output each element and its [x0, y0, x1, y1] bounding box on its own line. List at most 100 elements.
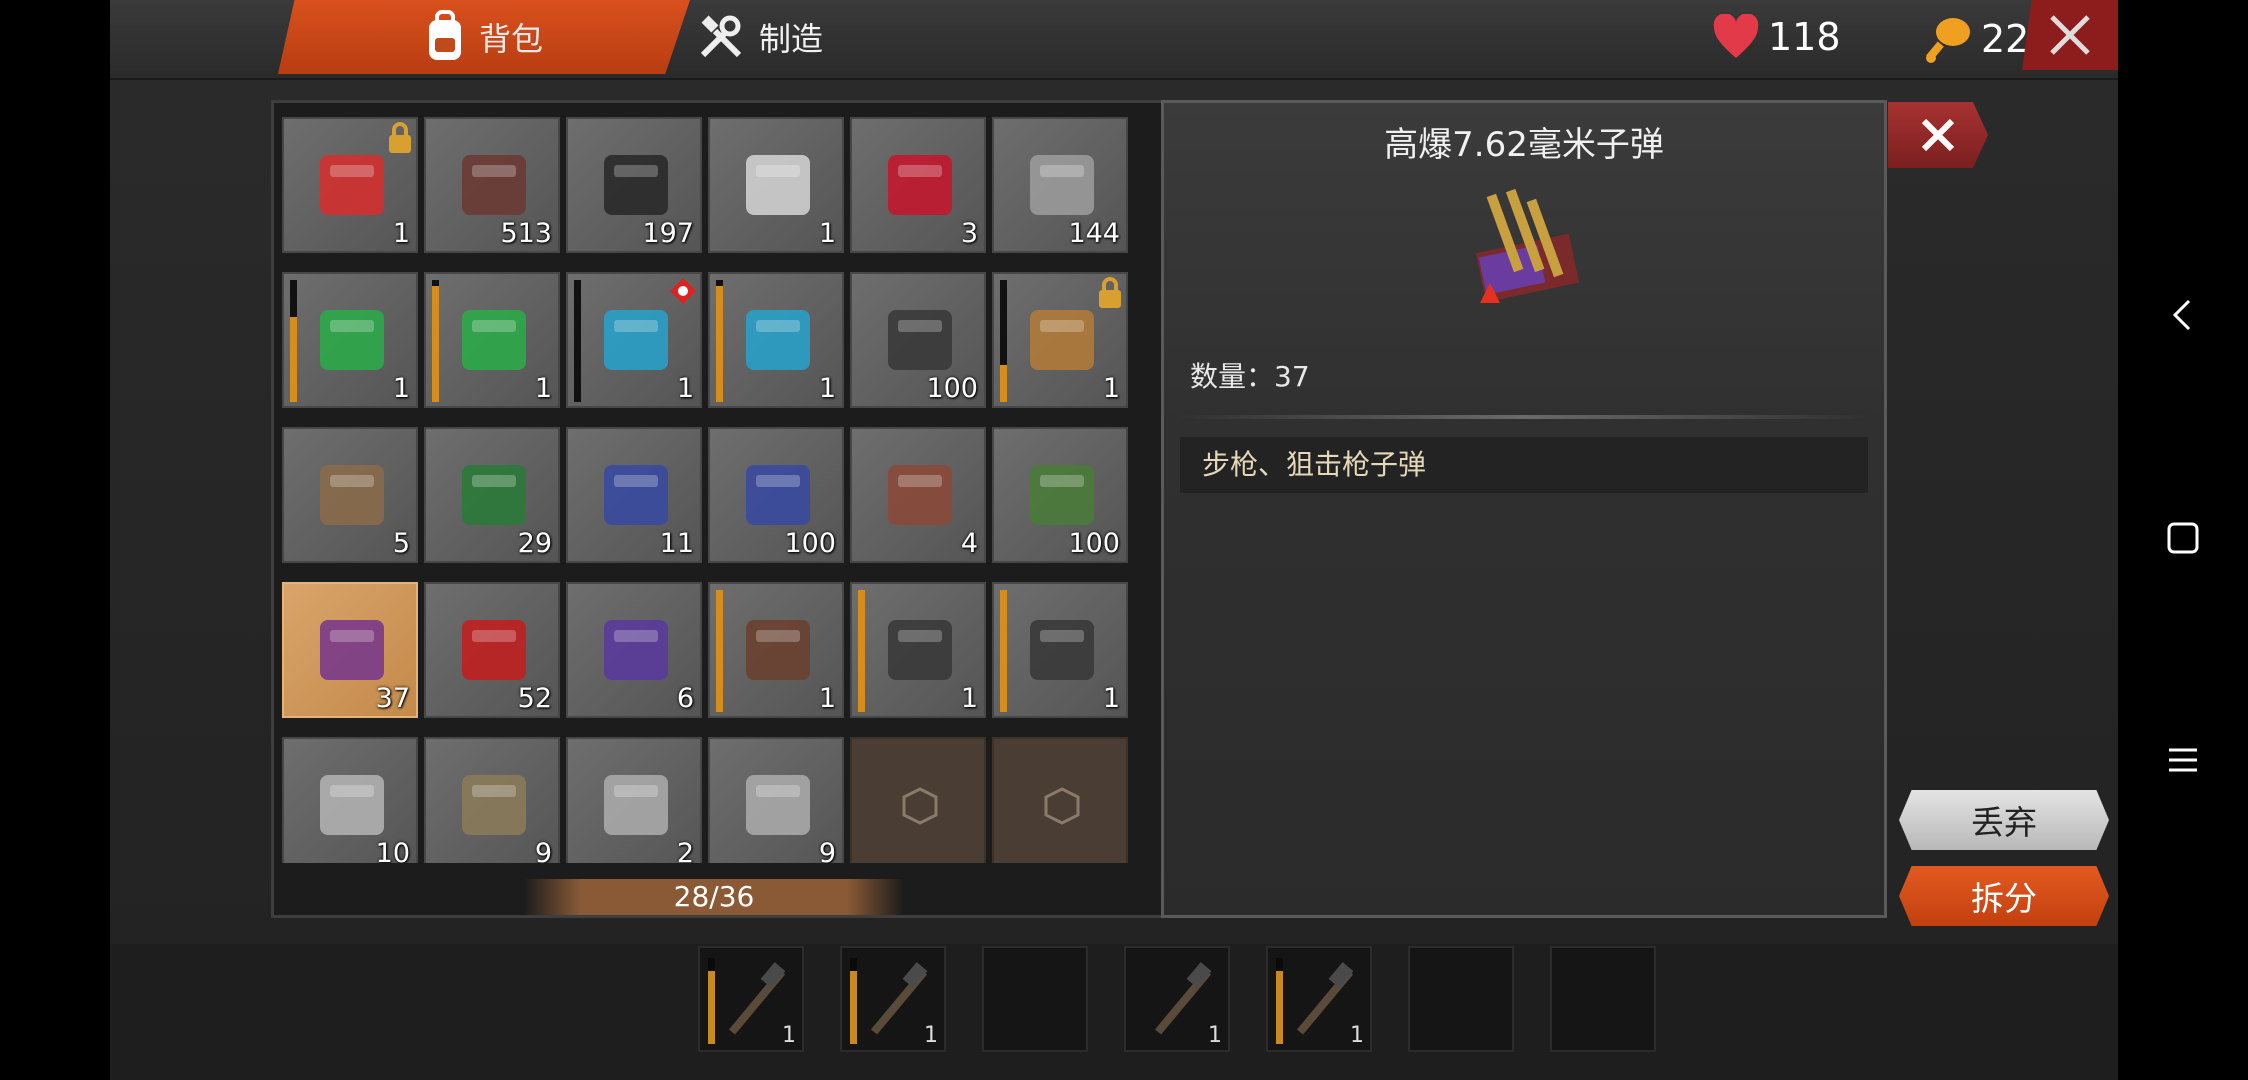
inventory-grid: 1 513 197 1 3 144 1 1 1 1 100 1 5 29 11 100 4 100 37 52 6 1 1 1…: [282, 117, 1128, 863]
item-count: 1: [1350, 1023, 1364, 1048]
inventory-capacity: 28/36: [524, 879, 904, 915]
durability-bar: [708, 958, 715, 1044]
explosive-ammo-icon: [870, 443, 970, 543]
he-ammo-icon: [1475, 188, 1580, 303]
recents-icon[interactable]: [2163, 740, 2203, 780]
item-count: 1: [782, 1023, 796, 1048]
purple-ammo-box-icon: [586, 598, 686, 698]
item-count: 2: [676, 838, 694, 863]
inventory-slot[interactable]: 2: [566, 737, 702, 863]
item-count: 100: [926, 373, 978, 404]
hotbar-slot[interactable]: 1: [698, 946, 804, 1052]
inventory-slot[interactable]: 6: [566, 582, 702, 718]
inventory-slot[interactable]: 9: [424, 737, 560, 863]
durability-bar: [858, 590, 865, 712]
durability-bar: [432, 280, 439, 402]
item-count: 1: [1102, 373, 1120, 404]
inventory-slot[interactable]: 1: [566, 272, 702, 408]
green-book-icon: [302, 288, 402, 388]
empty-box-icon: [870, 753, 970, 853]
close-icon: [2050, 15, 2090, 55]
item-quantity: 数量：37: [1190, 360, 1310, 393]
inventory-slot[interactable]: 1: [282, 272, 418, 408]
hotbar-slot[interactable]: 1: [1266, 946, 1372, 1052]
durability-bar: [850, 958, 857, 1044]
hotbar-slot[interactable]: [982, 946, 1088, 1052]
top-bar: 背包 制造 118 223: [110, 0, 2118, 80]
inventory-slot[interactable]: 37: [282, 582, 418, 718]
item-count: 100: [1068, 528, 1120, 559]
inventory-slot[interactable]: [992, 737, 1128, 863]
durability-bar: [1000, 280, 1007, 402]
inventory-slot[interactable]: 4: [850, 427, 986, 563]
item-count: 52: [517, 683, 552, 714]
item-count: 144: [1068, 218, 1120, 249]
item-title: 高爆7.62毫米子弹: [1384, 125, 1664, 165]
health-stat: 118: [1712, 14, 1841, 60]
inventory-slot[interactable]: 1: [424, 272, 560, 408]
inventory-slot[interactable]: 144: [992, 117, 1128, 253]
inventory-slot[interactable]: 1: [992, 582, 1128, 718]
inventory-slot[interactable]: 1: [992, 272, 1128, 408]
item-count: 4: [960, 528, 978, 559]
inventory-slot[interactable]: 100: [992, 427, 1128, 563]
item-count: 10: [375, 838, 410, 863]
inventory-slot[interactable]: 10: [282, 737, 418, 863]
item-count: 11: [659, 528, 694, 559]
inventory-panel: 1 513 197 1 3 144 1 1 1 1 100 1 5 29 11 100 4 100 37 52 6 1 1 1…: [271, 100, 1255, 918]
gas-mask-icon: [870, 598, 970, 698]
lock-icon: [386, 121, 414, 159]
hotbar-slot[interactable]: 1: [1124, 946, 1230, 1052]
green-book-icon: [444, 288, 544, 388]
tab-craft[interactable]: 制造: [640, 0, 880, 74]
item-count: 1: [1208, 1023, 1222, 1048]
inventory-slot[interactable]: 5: [282, 427, 418, 563]
item-count: 5: [392, 528, 410, 559]
item-count: 197: [642, 218, 694, 249]
inventory-slot[interactable]: 9: [708, 737, 844, 863]
gas-mask-icon: [1012, 598, 1112, 698]
leather-gloves-icon: [728, 598, 828, 698]
inventory-slot[interactable]: [850, 737, 986, 863]
inventory-slot[interactable]: 1: [708, 272, 844, 408]
knife-blade-icon: [586, 753, 686, 853]
durability-bar: [290, 280, 297, 402]
game-screen: 背包 制造 118 223 1 513 197 1 3 144 1 1 1 1 100 1 5 29 11 1…: [110, 0, 2118, 1080]
tab-bag[interactable]: 背包: [278, 0, 690, 74]
item-count: 1: [1102, 683, 1120, 714]
item-count: 1: [924, 1023, 938, 1048]
mark-icon: [668, 276, 698, 310]
hotbar-slot[interactable]: 1: [840, 946, 946, 1052]
inventory-slot[interactable]: 100: [708, 427, 844, 563]
durability-bar: [574, 280, 581, 402]
inventory-slot[interactable]: 1: [708, 117, 844, 253]
inventory-slot[interactable]: 197: [566, 117, 702, 253]
syringe-icon: [728, 133, 828, 233]
hotbar-slot[interactable]: [1408, 946, 1514, 1052]
item-detail-panel: 高爆7.62毫米子弹 数量：37 步枪、狙击枪子弹: [1161, 100, 1887, 918]
back-icon[interactable]: [2163, 295, 2203, 335]
inventory-slot[interactable]: 100: [850, 272, 986, 408]
inventory-slot[interactable]: 52: [424, 582, 560, 718]
inventory-slot[interactable]: 1: [850, 582, 986, 718]
inventory-slot[interactable]: 1: [708, 582, 844, 718]
shotgun-shells-brown-icon: [302, 443, 402, 543]
item-count: 9: [534, 838, 552, 863]
inventory-slot[interactable]: 29: [424, 427, 560, 563]
system-nav-bar: [2118, 0, 2248, 1080]
knife-blade-icon: [728, 753, 828, 853]
backpack-icon: [428, 10, 461, 60]
inventory-slot[interactable]: 1: [282, 117, 418, 253]
close-inventory-button[interactable]: [2022, 0, 2118, 70]
item-count: 1: [392, 218, 410, 249]
discard-button[interactable]: 丢弃: [1899, 790, 2109, 850]
close-detail-button[interactable]: [1888, 102, 1988, 168]
item-description: 步枪、狙击枪子弹: [1180, 437, 1868, 493]
inventory-slot[interactable]: 11: [566, 427, 702, 563]
split-button[interactable]: 拆分: [1899, 866, 2109, 926]
hotbar-slot[interactable]: [1550, 946, 1656, 1052]
inventory-slot[interactable]: 3: [850, 117, 986, 253]
inventory-slot[interactable]: 513: [424, 117, 560, 253]
home-icon[interactable]: [2163, 518, 2203, 558]
red-berries-icon: [870, 133, 970, 233]
